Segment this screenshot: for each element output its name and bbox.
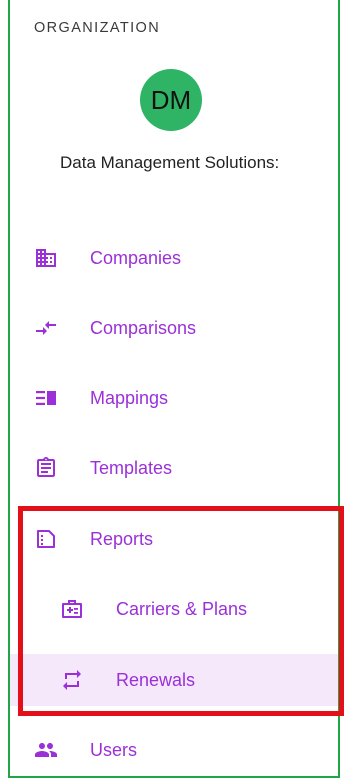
- templates-icon: [34, 456, 58, 480]
- sidebar-item-label: Comparisons: [90, 317, 197, 338]
- sidebar-item-comparisons[interactable]: Comparisons: [10, 302, 338, 354]
- sidebar-item-companies[interactable]: Companies: [10, 232, 338, 284]
- avatar[interactable]: DM: [140, 69, 202, 131]
- reports-icon: [34, 527, 58, 551]
- sidebar-item-label: Reports: [90, 528, 154, 549]
- sidebar-item-label: Mappings: [90, 387, 169, 408]
- sidebar-item-label: Companies: [90, 247, 182, 268]
- renewals-icon: [60, 668, 84, 692]
- sidebar-item-templates[interactable]: Templates: [10, 442, 338, 494]
- sidebar-item-label: Renewals: [116, 669, 196, 690]
- sidebar-item-mappings[interactable]: Mappings: [10, 372, 338, 424]
- avatar-initials: DM: [150, 84, 192, 115]
- sidebar-item-label: Templates: [90, 457, 173, 478]
- users-icon: [34, 738, 58, 762]
- organization-name: Data Management Solutions:: [60, 153, 280, 172]
- sidebar-item-carriers-plans[interactable]: Carriers & Plans: [10, 583, 338, 635]
- mappings-icon: [34, 386, 58, 410]
- sidebar-item-label: Users: [90, 739, 138, 760]
- comparisons-icon: [34, 316, 58, 340]
- sidebar-item-users[interactable]: Users: [10, 724, 338, 776]
- companies-icon: [34, 246, 58, 270]
- sidebar-item-label: Carriers & Plans: [116, 598, 248, 619]
- sidebar-item-reports[interactable]: Reports: [10, 513, 338, 565]
- carriers-plans-icon: [60, 597, 84, 621]
- sidebar-item-renewals[interactable]: Renewals: [10, 654, 338, 706]
- sidebar: ORGANIZATION DM Data Management Solution…: [8, 0, 340, 778]
- section-label: ORGANIZATION: [34, 20, 161, 36]
